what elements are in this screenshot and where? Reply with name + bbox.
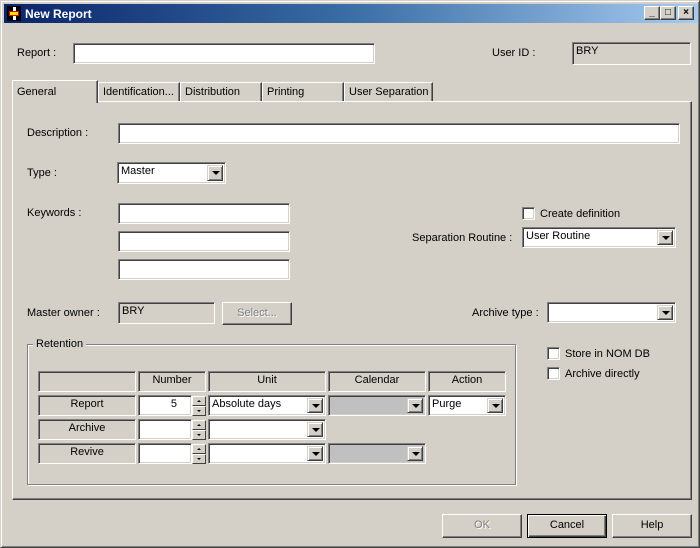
maximize-icon: □ [664,7,672,18]
ok-button[interactable]: OK [442,514,522,538]
archive-type-select[interactable] [547,302,676,323]
archive-number-input[interactable] [138,419,192,440]
archive-type-label: Archive type : [472,307,539,319]
retention-header-action: Action [428,371,506,392]
type-select[interactable]: Master [117,162,226,184]
spin-up-icon[interactable] [192,420,206,430]
chevron-down-icon[interactable] [407,446,423,461]
separation-routine-label: Separation Routine : [412,232,513,244]
create-definition-checkbox[interactable] [522,207,535,220]
revive-number-spinner[interactable] [192,444,206,464]
report-action-value: Purge [432,398,462,410]
chevron-down-icon[interactable] [657,305,673,320]
revive-unit-select[interactable] [208,443,326,464]
tab-distribution[interactable]: Distribution [180,82,262,102]
retention-row-revive-label: Revive [38,443,136,464]
keyword-input-1[interactable] [118,203,290,224]
master-owner-field: BRY [118,302,215,324]
type-label: Type : [27,167,57,179]
keyword-input-3[interactable] [118,259,290,280]
tab-user-separation-label: User Separation [349,86,429,98]
report-number-input[interactable]: 5 [138,395,192,416]
tab-identification[interactable]: Identification... [98,82,180,102]
report-name-input[interactable] [73,43,375,64]
tab-general[interactable]: General [12,80,98,103]
spin-up-icon[interactable] [192,444,206,454]
report-unit-value: Absolute days [212,398,282,410]
tab-general-label: General [17,86,57,98]
archive-number-spinner[interactable] [192,420,206,440]
revive-number-input[interactable] [138,443,192,464]
select-owner-button[interactable]: Select... [222,302,292,325]
retention-header-calendar: Calendar [328,371,426,392]
spin-down-icon[interactable] [192,454,206,464]
tab-identification-label: Identification... [103,86,174,98]
separation-routine-select[interactable]: User Routine [522,227,676,248]
retention-header-unit: Unit [208,371,326,392]
store-in-nom-db-label: Store in NOM DB [565,348,650,360]
archive-unit-select[interactable] [208,419,326,440]
store-in-nom-db-checkbox[interactable] [547,347,560,360]
maximize-button[interactable]: □ [660,6,676,20]
chevron-down-icon[interactable] [487,398,503,413]
type-select-value: Master [121,165,155,177]
chevron-down-icon[interactable] [207,165,223,181]
new-report-dialog: New Report _ □ × Report : User ID : BRY … [0,0,700,548]
window-title: New Report [25,7,92,21]
title-bar[interactable]: New Report _ □ × [4,4,698,23]
archive-directly-checkbox[interactable] [547,367,560,380]
retention-header-number: Number [138,371,206,392]
app-icon [7,6,21,21]
close-button[interactable]: × [678,6,694,20]
tab-user-separation[interactable]: User Separation [344,82,433,102]
tab-printing-label: Printing [267,86,305,98]
report-label: Report : [17,47,57,59]
close-icon: × [683,7,689,18]
chevron-down-icon[interactable] [657,230,673,245]
minimize-button[interactable]: _ [644,6,660,20]
retention-group-title: Retention [33,338,87,350]
spin-up-icon[interactable] [192,396,206,406]
report-action-select[interactable]: Purge [428,395,506,416]
chevron-down-icon[interactable] [407,398,423,413]
tab-printing[interactable]: Printing [262,82,344,102]
minimize-icon: _ [649,7,655,18]
separation-routine-value: User Routine [526,230,591,242]
cancel-button[interactable]: Cancel [527,514,607,538]
report-number-spinner[interactable] [192,396,206,416]
retention-row-report-label: Report [38,395,136,416]
archive-directly-label: Archive directly [565,368,640,380]
chevron-down-icon[interactable] [307,422,323,437]
help-button[interactable]: Help [612,514,692,538]
tab-distribution-label: Distribution [185,86,241,98]
report-calendar-select[interactable] [328,395,426,416]
keywords-label: Keywords : [27,207,82,219]
spin-down-icon[interactable] [192,406,206,416]
report-unit-select[interactable]: Absolute days [208,395,326,416]
retention-row-archive-label: Archive [38,419,136,440]
chevron-down-icon[interactable] [307,398,323,413]
create-definition-label: Create definition [540,208,621,220]
chevron-down-icon[interactable] [307,446,323,461]
user-id-label: User ID : [492,47,536,59]
master-owner-label: Master owner : [27,307,100,319]
user-id-field: BRY [572,42,691,65]
keyword-input-2[interactable] [118,231,290,252]
description-input[interactable] [118,123,680,144]
spin-down-icon[interactable] [192,430,206,440]
revive-calendar-select[interactable] [328,443,426,464]
description-label: Description : [27,127,89,139]
retention-header-blank [38,371,136,392]
